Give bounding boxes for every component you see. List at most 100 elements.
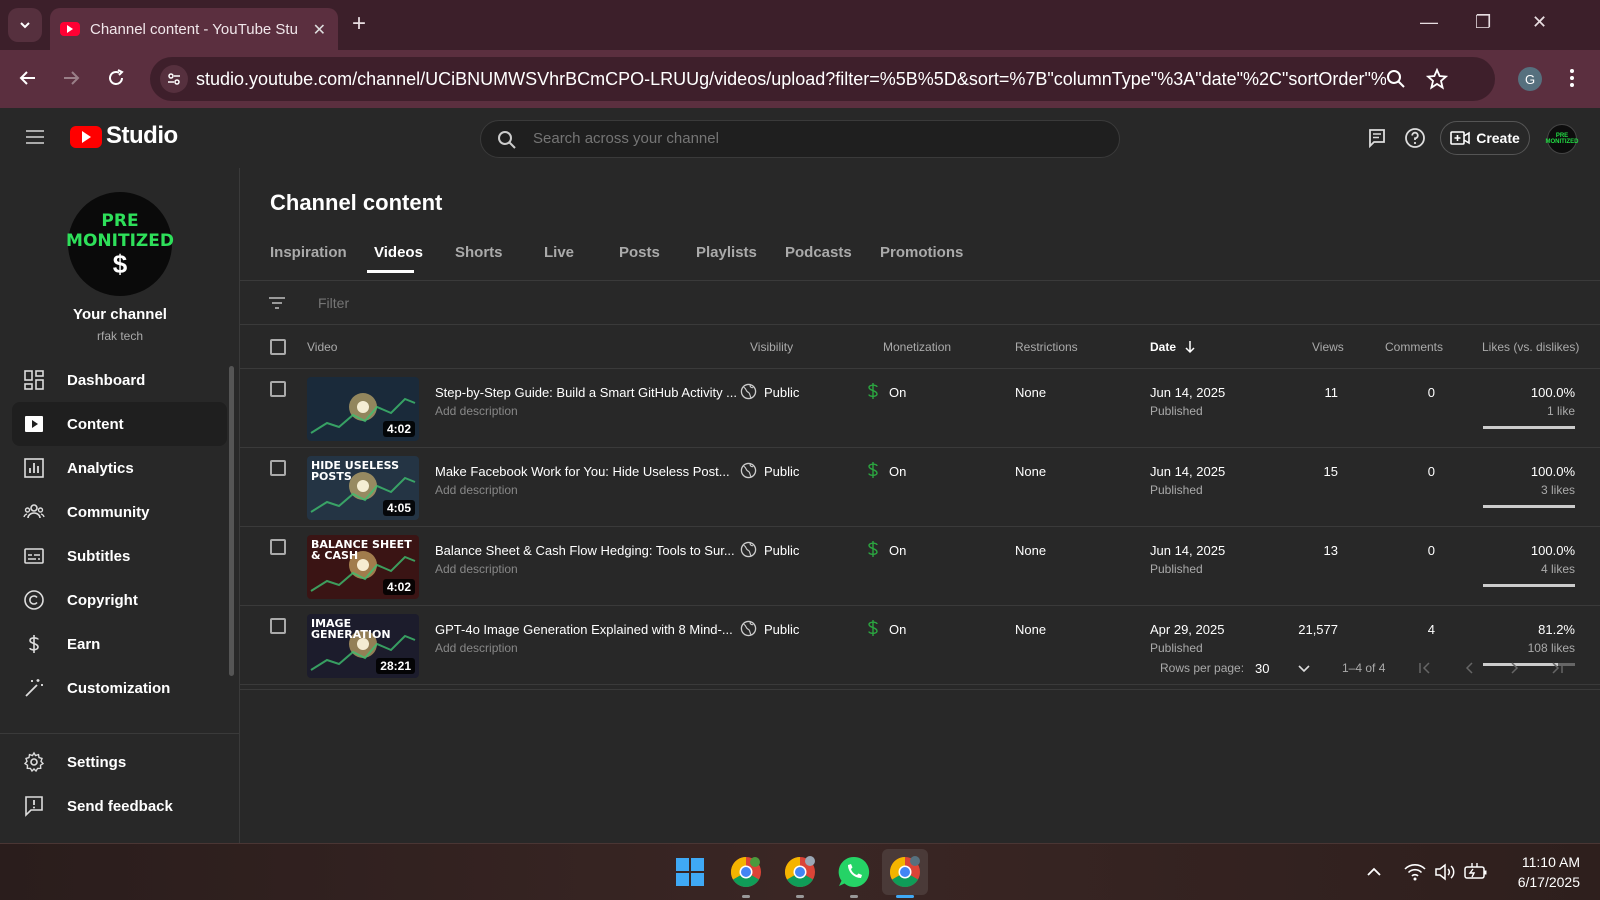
col-views[interactable]: Views [1312, 340, 1344, 354]
tab-shorts[interactable]: Shorts [455, 244, 503, 261]
tab-inspiration[interactable]: Inspiration [270, 244, 347, 261]
address-bar[interactable]: studio.youtube.com/channel/UCiBNUMWSVhrB… [150, 57, 1495, 101]
clock-date[interactable]: 6/17/2025 [1500, 874, 1580, 890]
monetization-value[interactable]: On [889, 622, 906, 637]
tab-podcasts[interactable]: Podcasts [785, 244, 852, 261]
sidebar-item-subtitles[interactable]: Subtitles [12, 534, 227, 578]
video-thumbnail[interactable]: 4:02 [307, 377, 419, 441]
first-page-icon[interactable] [1418, 661, 1432, 675]
chrome-icon[interactable] [782, 854, 818, 890]
search-input[interactable] [533, 130, 1093, 147]
video-description[interactable]: Add description [435, 562, 518, 576]
visibility-value[interactable]: Public [764, 622, 799, 637]
col-comments[interactable]: Comments [1385, 340, 1443, 354]
hamburger-menu-icon[interactable] [25, 129, 45, 145]
video-title[interactable]: Balance Sheet & Cash Flow Hedging: Tools… [435, 543, 735, 558]
chrome-icon[interactable] [887, 854, 923, 890]
video-title[interactable]: GPT-4o Image Generation Explained with 8… [435, 622, 733, 637]
chrome-icon[interactable] [728, 854, 764, 890]
windows-start-icon[interactable] [672, 854, 708, 890]
prev-page-icon[interactable] [1463, 661, 1477, 675]
col-video[interactable]: Video [307, 340, 337, 354]
col-restrictions[interactable]: Restrictions [1015, 340, 1078, 354]
new-tab-button[interactable]: + [352, 12, 366, 36]
video-thumbnail[interactable]: HIDE USELESS POSTS 4:05 [307, 456, 419, 520]
tab-close-icon[interactable]: ✕ [313, 20, 326, 40]
volume-icon[interactable] [1434, 863, 1456, 881]
youtube-logo-icon[interactable] [70, 126, 102, 148]
messages-icon[interactable] [1367, 128, 1387, 148]
next-page-icon[interactable] [1507, 661, 1521, 675]
sort-down-arrow-icon[interactable] [1184, 340, 1196, 354]
visibility-value[interactable]: Public [764, 464, 799, 479]
tab-search-button[interactable] [8, 8, 42, 42]
chevron-up-icon[interactable] [1366, 865, 1382, 879]
monetization-value[interactable]: On [889, 543, 906, 558]
tab-playlists[interactable]: Playlists [696, 244, 757, 261]
sidebar-item-community[interactable]: Community [12, 490, 227, 534]
table-row[interactable]: HIDE USELESS POSTS 4:05 Make Facebook Work… [240, 448, 1600, 527]
row-checkbox[interactable] [270, 539, 286, 555]
sidebar-item-analytics[interactable]: Analytics [12, 446, 227, 490]
clock-time[interactable]: 11:10 AM [1500, 854, 1580, 870]
select-all-checkbox[interactable] [270, 339, 286, 355]
browser-tab-active[interactable]: Channel content - YouTube Stu ✕ [50, 8, 338, 50]
row-checkbox[interactable] [270, 381, 286, 397]
visibility-value[interactable]: Public [764, 543, 799, 558]
account-avatar[interactable]: PRE MONITIZED [1546, 124, 1579, 154]
last-page-icon[interactable] [1550, 661, 1564, 675]
sidebar-item-settings[interactable]: Settings [12, 740, 227, 784]
sidebar-scrollbar[interactable] [229, 366, 234, 676]
create-button[interactable]: Create [1440, 121, 1530, 155]
filter-input[interactable] [318, 295, 618, 311]
video-thumbnail[interactable]: BALANCE SHEET & CASH 4:02 [307, 535, 419, 599]
row-checkbox[interactable] [270, 460, 286, 476]
video-title[interactable]: Make Facebook Work for You: Hide Useless… [435, 464, 730, 479]
row-checkbox[interactable] [270, 618, 286, 634]
filter-icon[interactable] [268, 296, 286, 310]
reload-button[interactable] [104, 66, 128, 90]
monetization-value[interactable]: On [889, 385, 906, 400]
restore-icon[interactable]: ❐ [1475, 12, 1491, 33]
tab-live[interactable]: Live [544, 244, 574, 261]
table-row[interactable]: BALANCE SHEET & CASH 4:02 Balance Sheet & … [240, 527, 1600, 606]
window-close-icon[interactable]: ✕ [1532, 12, 1547, 33]
wifi-icon[interactable] [1404, 863, 1426, 881]
col-likes[interactable]: Likes (vs. dislikes) [1482, 340, 1579, 354]
monetization-value[interactable]: On [889, 464, 906, 479]
sidebar-item-earn[interactable]: Earn [12, 622, 227, 666]
col-date[interactable]: Date [1150, 340, 1176, 354]
sidebar-item-copyright[interactable]: Copyright [12, 578, 227, 622]
tab-posts[interactable]: Posts [619, 244, 660, 261]
col-monetization[interactable]: Monetization [883, 340, 951, 354]
url-text[interactable]: studio.youtube.com/channel/UCiBNUMWSVhrB… [196, 69, 1386, 90]
sidebar-item-send-feedback[interactable]: Send feedback [12, 784, 227, 828]
chevron-down-icon[interactable] [1297, 661, 1311, 675]
sidebar-item-dashboard[interactable]: Dashboard [12, 358, 227, 402]
video-description[interactable]: Add description [435, 404, 518, 418]
back-button[interactable] [16, 66, 40, 90]
minimize-icon[interactable]: — [1420, 12, 1438, 33]
sidebar-item-customization[interactable]: Customization [12, 666, 227, 710]
site-info-button[interactable] [160, 65, 188, 93]
video-title[interactable]: Step-by-Step Guide: Build a Smart GitHub… [435, 385, 737, 400]
studio-logo-text[interactable]: Studio [106, 122, 178, 150]
sidebar-item-content[interactable]: Content [12, 402, 227, 446]
whatsapp-icon[interactable] [836, 854, 872, 890]
rows-per-page-select[interactable]: 30 [1255, 661, 1269, 676]
zoom-icon[interactable] [1386, 69, 1406, 89]
tab-promotions[interactable]: Promotions [880, 244, 963, 261]
battery-icon[interactable] [1464, 863, 1488, 881]
col-visibility[interactable]: Visibility [750, 340, 793, 354]
visibility-value[interactable]: Public [764, 385, 799, 400]
more-vert-icon[interactable] [1568, 68, 1576, 88]
tab-videos[interactable]: Videos [374, 244, 423, 261]
channel-avatar[interactable]: PRE MONITIZED $ [66, 192, 174, 296]
bookmark-star-icon[interactable] [1426, 68, 1448, 90]
channel-search[interactable] [480, 120, 1120, 158]
browser-profile-avatar[interactable]: G [1518, 67, 1542, 91]
help-icon[interactable] [1404, 127, 1426, 149]
table-row[interactable]: 4:02 Step-by-Step Guide: Build a Smart Gi… [240, 369, 1600, 448]
forward-button[interactable] [59, 66, 83, 90]
video-description[interactable]: Add description [435, 483, 518, 497]
